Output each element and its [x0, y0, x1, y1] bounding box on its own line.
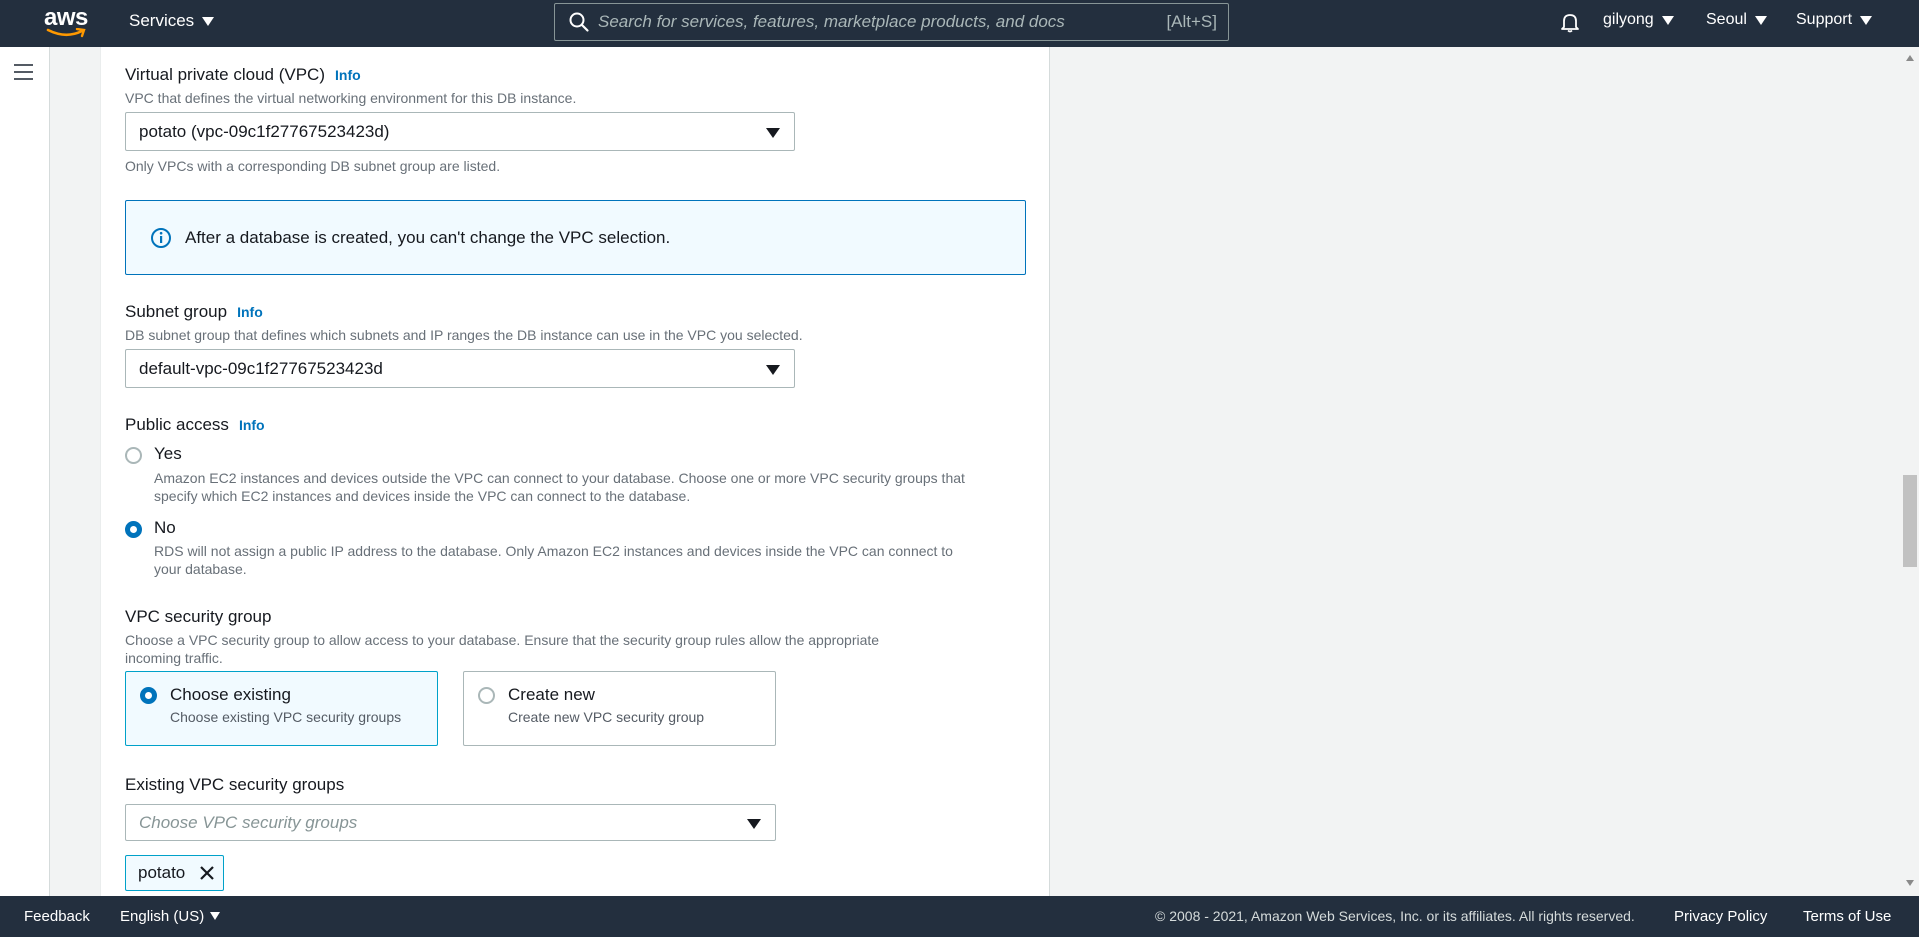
- user-name: gilyong: [1603, 11, 1654, 28]
- vpc-info-alert: After a database is created, you can't c…: [125, 200, 1026, 275]
- top-navigation-bar: aws Services [Alt+S] gilyong Seoul Suppo…: [0, 0, 1919, 47]
- remove-token-close-icon[interactable]: [199, 865, 215, 881]
- page-scrollbar[interactable]: [1901, 47, 1919, 896]
- vpc-note: Only VPCs with a corresponding DB subnet…: [125, 158, 501, 174]
- create-new-desc: Create new VPC security group: [508, 709, 705, 725]
- scroll-down-arrow-icon[interactable]: [1906, 880, 1914, 886]
- public-access-no-label[interactable]: No: [154, 518, 176, 538]
- services-menu-button[interactable]: Services: [129, 11, 215, 31]
- caret-down-icon: [766, 128, 780, 138]
- support-menu-button[interactable]: Support: [1796, 11, 1873, 29]
- search-input[interactable]: [598, 12, 1138, 32]
- public-access-info-link[interactable]: Info: [239, 417, 265, 433]
- choose-existing-desc: Choose existing VPC security groups: [170, 709, 402, 725]
- public-access-yes-radio[interactable]: [125, 447, 142, 464]
- aws-logo[interactable]: aws: [44, 6, 90, 40]
- choose-existing-tile[interactable]: Choose existing Choose existing VPC secu…: [125, 671, 438, 746]
- chevron-down-icon: [1754, 15, 1767, 25]
- choose-existing-radio[interactable]: [140, 687, 157, 704]
- language-selector[interactable]: English (US): [120, 908, 221, 925]
- region-name: Seoul: [1706, 11, 1747, 28]
- privacy-policy-link[interactable]: Privacy Policy: [1674, 908, 1767, 925]
- hamburger-menu-icon[interactable]: [14, 64, 33, 80]
- create-new-title: Create new: [508, 685, 595, 704]
- subnet-selected-value: default-vpc-09c1f27767523423d: [139, 358, 383, 378]
- services-label: Services: [129, 11, 195, 30]
- public-access-label: Public access: [125, 415, 229, 434]
- create-new-radio[interactable]: [478, 687, 495, 704]
- public-access-yes-label[interactable]: Yes: [154, 444, 182, 464]
- left-navigation-rail: [0, 47, 50, 896]
- connectivity-settings-panel: Virtual private cloud (VPC) Info VPC that…: [100, 47, 1050, 896]
- vpc-description: VPC that defines the virtual networking …: [125, 90, 577, 106]
- aws-logo-text: aws: [44, 4, 88, 31]
- caret-down-icon: [747, 819, 761, 829]
- subnet-group-select[interactable]: default-vpc-09c1f27767523423d: [125, 349, 795, 388]
- vpc-alert-text: After a database is created, you can't c…: [185, 227, 671, 247]
- search-icon: [569, 12, 589, 32]
- chevron-down-icon: [1860, 15, 1873, 25]
- vpc-info-link[interactable]: Info: [335, 67, 361, 83]
- vpc-select[interactable]: potato (vpc-09c1f27767523423d): [125, 112, 795, 151]
- terms-of-use-link[interactable]: Terms of Use: [1803, 908, 1891, 925]
- console-footer: Feedback English (US) © 2008 - 2021, Ama…: [0, 896, 1919, 937]
- region-menu-button[interactable]: Seoul: [1706, 11, 1767, 29]
- scroll-up-arrow-icon[interactable]: [1906, 55, 1914, 61]
- existing-groups-label: Existing VPC security groups: [125, 775, 345, 794]
- copyright-text: © 2008 - 2021, Amazon Web Services, Inc.…: [1155, 908, 1635, 924]
- security-group-token-label: potato: [138, 863, 186, 882]
- security-groups-multiselect[interactable]: Choose VPC security groups: [125, 804, 776, 841]
- caret-down-icon: [766, 365, 780, 375]
- subnet-description: DB subnet group that defines which subne…: [125, 327, 803, 343]
- chevron-down-icon: [1661, 15, 1674, 25]
- support-label: Support: [1796, 11, 1853, 28]
- public-access-no-desc-line1: RDS will not assign a public IP address …: [154, 543, 953, 559]
- public-access-no-radio[interactable]: [125, 521, 142, 538]
- chevron-down-icon: [210, 912, 221, 920]
- public-access-heading: Public access Info: [125, 415, 265, 435]
- public-access-yes-desc-line2: specify which EC2 instances and devices …: [154, 488, 691, 504]
- public-access-no-desc-line2: your database.: [154, 561, 247, 577]
- subnet-info-link[interactable]: Info: [237, 304, 263, 320]
- security-group-desc-line1: Choose a VPC security group to allow acc…: [125, 632, 880, 648]
- scrollbar-thumb[interactable]: [1903, 475, 1917, 567]
- notifications-bell-icon[interactable]: [1559, 11, 1581, 33]
- security-group-label: VPC security group: [125, 607, 272, 626]
- public-access-yes-desc-line1: Amazon EC2 instances and devices outside…: [154, 470, 965, 486]
- subnet-field-heading: Subnet group Info: [125, 302, 263, 322]
- choose-existing-title: Choose existing: [170, 685, 291, 704]
- security-group-desc-line2: incoming traffic.: [125, 650, 223, 666]
- vpc-field-heading: Virtual private cloud (VPC) Info: [125, 65, 361, 85]
- feedback-link[interactable]: Feedback: [24, 908, 90, 925]
- global-search[interactable]: [Alt+S]: [554, 3, 1229, 41]
- aws-smile-icon: [46, 28, 86, 38]
- chevron-down-icon: [202, 16, 215, 26]
- search-shortcut-hint: [Alt+S]: [1166, 12, 1217, 31]
- info-circle-icon: [151, 227, 171, 248]
- create-new-tile[interactable]: Create new Create new VPC security group: [463, 671, 776, 746]
- vpc-selected-value: potato (vpc-09c1f27767523423d): [139, 121, 390, 141]
- security-groups-placeholder: Choose VPC security groups: [139, 812, 358, 832]
- user-menu-button[interactable]: gilyong: [1603, 11, 1674, 29]
- language-label: English (US): [120, 908, 205, 925]
- security-group-token: potato: [125, 855, 225, 891]
- vpc-label: Virtual private cloud (VPC): [125, 65, 325, 84]
- subnet-label: Subnet group: [125, 302, 228, 321]
